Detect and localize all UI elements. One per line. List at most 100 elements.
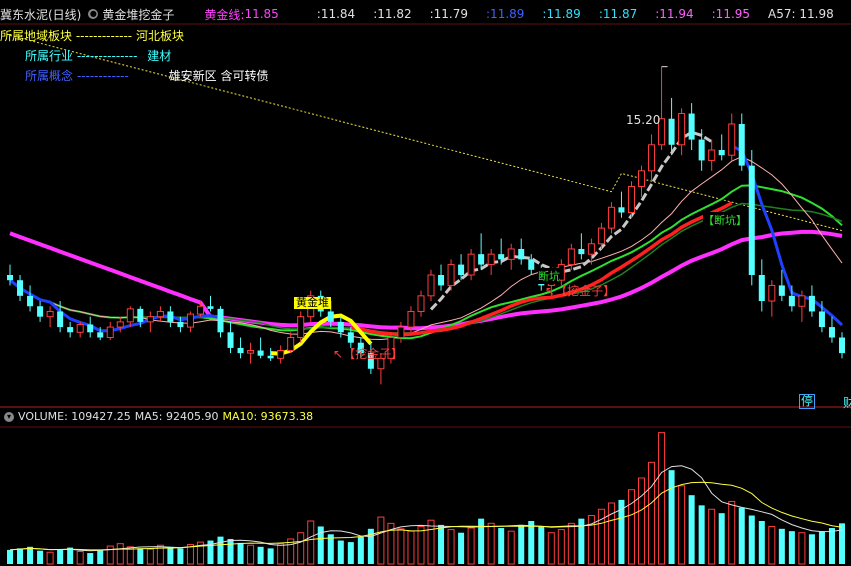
volume-bar-66	[668, 470, 675, 564]
candle-2	[27, 285, 34, 312]
volume-ma10: MA10: 93673.38	[222, 410, 314, 423]
volume-bar-55	[557, 529, 565, 565]
candle-body-67	[678, 113, 686, 146]
candle-body-73	[738, 123, 745, 166]
candle-71	[718, 134, 725, 161]
candle-25	[257, 337, 264, 359]
volume-settings-circle-icon[interactable]: ▾	[4, 411, 14, 422]
region-info: 所属地域板块 ------------- 河北板块	[0, 27, 184, 44]
candle-6	[67, 321, 74, 338]
candle-body-44	[447, 264, 455, 286]
volume-bar-73	[738, 507, 745, 564]
candle-63	[638, 165, 646, 197]
candle-body-50	[507, 248, 515, 260]
candle-body-41	[417, 295, 425, 312]
dig-gold-label-1: ↖【挖金子】	[333, 347, 404, 361]
volume-bar-76	[768, 525, 776, 565]
candle-body-60	[607, 206, 615, 229]
volume-bar-77	[778, 528, 785, 564]
side-label-stop: 停	[799, 394, 816, 409]
indicator-value-8: A57: 11.98	[768, 7, 834, 21]
candle-15	[156, 306, 164, 322]
volume-bar-75	[758, 520, 765, 564]
volume-bar-42	[427, 519, 435, 565]
gold-pile-label: 黄金堆	[294, 296, 331, 309]
settings-circle-icon[interactable]: ●	[88, 9, 99, 19]
volume-bar-7	[76, 550, 84, 565]
industry-info: 所属行业 -------------- 建材	[25, 47, 171, 64]
kline-chart[interactable]	[0, 0, 851, 566]
candle-body-10	[106, 326, 114, 339]
candle-body-76	[768, 284, 776, 302]
candle-42	[427, 269, 435, 302]
candle-43	[438, 264, 445, 291]
candle-57	[578, 233, 585, 260]
candle-18	[186, 311, 194, 333]
candle-body-51	[518, 248, 525, 260]
candle-body-56	[567, 248, 575, 266]
indicator-value-5: :11.87	[598, 7, 638, 21]
volume-bar-72	[728, 500, 736, 565]
candle-20	[207, 295, 214, 312]
candle-body-4	[46, 310, 54, 318]
magenta-ma-band	[9, 229, 843, 331]
pit-label-2: 【断坑】	[703, 212, 747, 228]
peak-price-label: 15.20	[626, 113, 661, 127]
volume-bar-74	[748, 515, 755, 564]
volume-bar-69	[698, 505, 705, 564]
volume-bar-8	[87, 553, 94, 564]
candle-body-63	[638, 170, 646, 187]
stock-name[interactable]: 冀东水泥(日线)	[0, 6, 81, 23]
volume-ma5: MA5: 92405.90	[134, 410, 219, 423]
candle-body-23	[237, 347, 244, 354]
candle-body-39	[397, 326, 405, 339]
candle-body-13	[137, 308, 144, 322]
candle-body-18	[186, 313, 194, 328]
candle-body-42	[427, 274, 435, 297]
concept-dashes: ------------	[76, 69, 129, 83]
volume-bar-13	[137, 548, 144, 564]
candle-29	[297, 311, 305, 343]
volume-bar-5	[57, 549, 64, 564]
gold-line-value: 11.85	[244, 7, 279, 21]
candle-body-71	[718, 150, 725, 156]
volume-bar-0	[7, 549, 14, 564]
volume-bar-34	[347, 542, 354, 564]
candle-66	[668, 97, 675, 156]
volume-bar-4	[46, 551, 54, 565]
volume-header: ▾ VOLUME: 109427.25 MA5: 92405.90 MA10: …	[0, 410, 317, 423]
indicator-value-6: :11.94	[655, 7, 694, 21]
candle-body-16	[167, 311, 174, 322]
candle-body-7	[76, 323, 84, 333]
region-value: 河北板块	[135, 29, 184, 43]
volume-bar-70	[708, 508, 716, 565]
candle-64	[648, 134, 656, 182]
candle-body-47	[478, 254, 485, 265]
indicator-name[interactable]: 黄金堆挖金子	[102, 6, 174, 23]
volume-bar-48	[487, 522, 495, 565]
candle-44	[447, 259, 455, 291]
candle-body-83	[838, 337, 845, 354]
candle-83	[838, 332, 845, 359]
industry-label: 所属行业	[25, 49, 74, 63]
candle-76	[768, 280, 776, 317]
candle-body-14	[146, 316, 154, 323]
candle-73	[738, 113, 745, 171]
volume-bar-1	[17, 548, 24, 564]
volume-bar-35	[357, 536, 364, 564]
candle-body-40	[407, 310, 415, 328]
volume-bar-30	[307, 520, 315, 565]
indicator-value-3: :11.89	[486, 7, 525, 21]
candle-body-6	[67, 327, 74, 333]
volume-bar-2	[27, 546, 34, 564]
volume-bar-25	[257, 546, 264, 564]
volume-bar-52	[528, 520, 535, 564]
volume-bar-47	[478, 518, 485, 564]
volume-bar-83	[838, 523, 845, 564]
candle-body-22	[227, 332, 234, 348]
candle-body-78	[788, 295, 795, 307]
volume-bar-41	[417, 525, 425, 565]
volume-bar-64	[648, 461, 656, 565]
candle-body-8	[87, 324, 94, 333]
volume-panel	[0, 426, 851, 565]
